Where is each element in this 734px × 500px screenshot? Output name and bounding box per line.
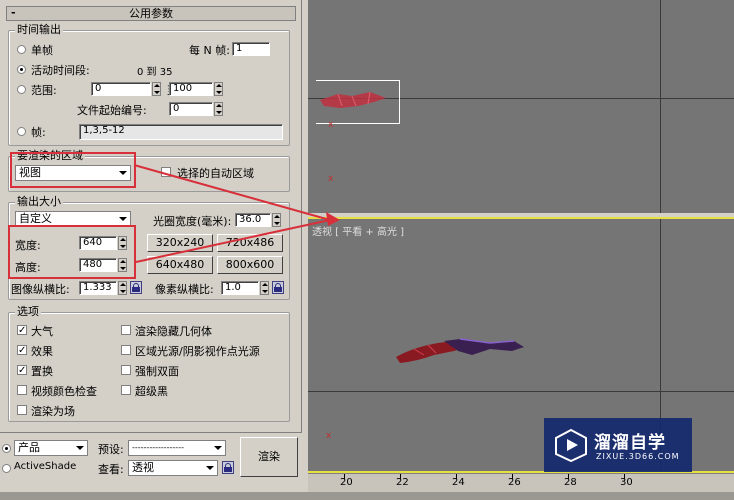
status-bar bbox=[0, 492, 734, 500]
play-logo-icon bbox=[555, 428, 587, 462]
timeline-tick-label: 30 bbox=[620, 477, 633, 488]
timeline-tick-label: 28 bbox=[564, 477, 577, 488]
timeline-tick-label: 20 bbox=[340, 477, 353, 488]
timeline-ruler[interactable]: 20 22 24 26 28 30 bbox=[308, 473, 734, 492]
watermark: 溜溜自学 ZIXUE.3D66.COM bbox=[544, 418, 692, 472]
watermark-brand: 溜溜自学 bbox=[594, 433, 666, 453]
watermark-url: ZIXUE.3D66.COM bbox=[596, 452, 680, 461]
timeline-tick-label: 26 bbox=[508, 477, 521, 488]
timeline-tick-label: 24 bbox=[452, 477, 465, 488]
timeline-tick-label: 22 bbox=[396, 477, 409, 488]
